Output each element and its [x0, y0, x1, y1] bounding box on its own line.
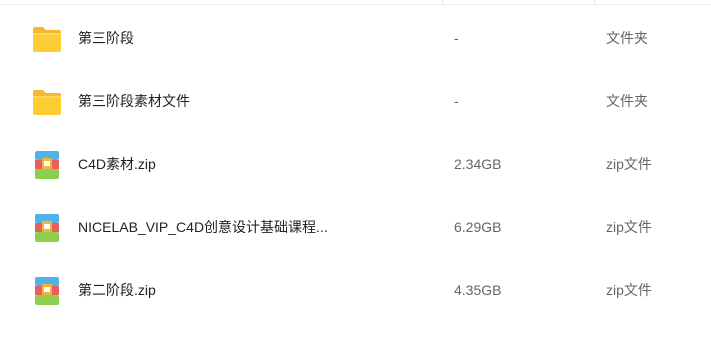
file-row-zip[interactable]: NICELAB_VIP_C4D创意设计基础课程... 6.29GB zip文件 — [0, 194, 711, 257]
file-row-zip[interactable]: 第二阶段.zip 4.35GB zip文件 — [0, 257, 711, 320]
file-row-zip[interactable]: C4D素材.zip 2.34GB zip文件 — [0, 131, 711, 194]
file-name[interactable]: 第三阶段 — [78, 28, 134, 48]
zip-archive-icon — [31, 276, 63, 306]
file-type: zip文件 — [606, 282, 652, 298]
zip-archive-icon — [31, 150, 63, 180]
zip-archive-icon — [31, 213, 63, 243]
file-name[interactable]: 第三阶段素材文件 — [78, 91, 190, 111]
file-size: 6.29GB — [454, 219, 502, 235]
file-row-folder[interactable]: 第三阶段素材文件 - 文件夹 — [0, 68, 711, 131]
folder-icon — [31, 87, 63, 117]
folder-icon — [31, 24, 63, 54]
file-size: 4.35GB — [454, 282, 502, 298]
file-size: 2.34GB — [454, 156, 502, 172]
file-size: - — [454, 30, 459, 46]
file-name[interactable]: 第二阶段.zip — [78, 280, 156, 300]
file-name[interactable]: C4D素材.zip — [78, 154, 156, 174]
file-row-folder[interactable]: 第三阶段 - 文件夹 — [0, 5, 711, 68]
file-type: 文件夹 — [606, 93, 648, 109]
file-type: 文件夹 — [606, 30, 648, 46]
file-type: zip文件 — [606, 219, 652, 235]
file-size: - — [454, 93, 459, 109]
file-name[interactable]: NICELAB_VIP_C4D创意设计基础课程... — [78, 217, 328, 237]
file-list: 第三阶段 - 文件夹 第三阶段素材文件 - 文件夹 C4D素材.zip 2.34… — [0, 0, 711, 347]
file-type: zip文件 — [606, 156, 652, 172]
